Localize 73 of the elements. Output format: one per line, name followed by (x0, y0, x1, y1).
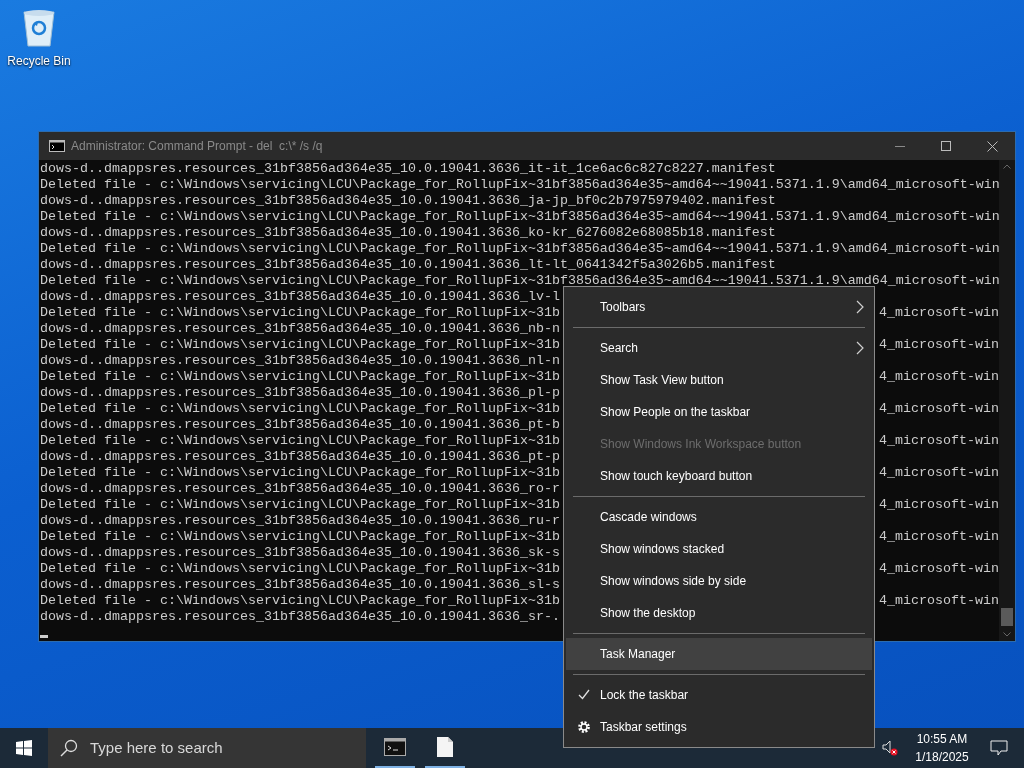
text-cursor (40, 635, 48, 638)
console-line: 4_microsoft-win (879, 465, 999, 481)
console-line: Deleted file - c:\Windows\servicing\LCU\Package_for_RollupFix~31b (40, 529, 560, 545)
console-line: dows-d..dmappsres.resources_31bf3856ad364e35_10.0.19041.3636_ja-jp_bf0c2b7975979402.manifest (40, 193, 776, 209)
notification-icon[interactable] (990, 740, 1008, 756)
console-line: Deleted file - c:\Windows\servicing\LCU\Package_for_RollupFix~31b (40, 305, 560, 321)
menu-item[interactable]: Show touch keyboard button (566, 460, 872, 492)
console-line: 4_microsoft-win (879, 497, 999, 513)
console-line: 4_microsoft-win (879, 305, 999, 321)
search-field[interactable]: Type here to search (48, 728, 366, 768)
clock[interactable]: 10:55 AM 1/18/2025 (910, 730, 974, 766)
menu-item[interactable]: Show windows side by side (566, 565, 872, 597)
console-icon (384, 738, 406, 756)
console-line: dows-d..dmappsres.resources_31bf3856ad364e35_10.0.19041.3636_ru-r (40, 513, 560, 529)
console-line: Deleted file - c:\Windows\servicing\LCU\Package_for_RollupFix~31b (40, 433, 560, 449)
console-line: Deleted file - c:\Windows\servicing\LCU\Package_for_RollupFix~31b (40, 593, 560, 609)
menu-item[interactable]: Show windows stacked (566, 533, 872, 565)
console-line: Deleted file - c:\Windows\servicing\LCU\Package_for_RollupFix~31b (40, 497, 560, 513)
console-line: Deleted file - c:\Windows\servicing\LCU\Package_for_RollupFix~31b (40, 337, 560, 353)
scrollbar[interactable] (999, 160, 1015, 641)
console-line: dows-d..dmappsres.resources_31bf3856ad364e35_10.0.19041.3636_sk-s (40, 545, 560, 561)
menu-item[interactable]: Task Manager (566, 638, 872, 670)
console-line: Deleted file - c:\Windows\servicing\LCU\Package_for_RollupFix~31b (40, 369, 560, 385)
close-icon (986, 140, 998, 152)
console-line: 4_microsoft-win (879, 529, 999, 545)
console-line: dows-d..dmappsres.resources_31bf3856ad364e35_10.0.19041.3636_ro-r (40, 481, 560, 497)
console-line: dows-d..dmappsres.resources_31bf3856ad364e35_10.0.19041.3636_nl-n (40, 353, 560, 369)
menu-item[interactable]: Taskbar settings (566, 711, 872, 743)
menu-item[interactable]: Lock the taskbar (566, 679, 872, 711)
console-line: 4_microsoft-win (879, 369, 999, 385)
windows-logo-icon (16, 740, 32, 756)
search-icon (60, 739, 78, 757)
console-line: Deleted file - c:\Windows\servicing\LCU\Package_for_RollupFix~31bf3856ad364e35~amd64~~19041.5371.1.9\amd64_microsoft-win (40, 241, 1000, 257)
console-line: 4_microsoft-win (879, 401, 999, 417)
chevron-right-icon (856, 341, 864, 355)
scrollbar-thumb[interactable] (1001, 608, 1013, 626)
console-line: dows-d..dmappsres.resources_31bf3856ad364e35_10.0.19041.3636_lv-l (40, 289, 560, 305)
console-line: Deleted file - c:\Windows\servicing\LCU\Package_for_RollupFix~31b (40, 561, 560, 577)
settings-icon (577, 720, 591, 734)
scroll-up-icon[interactable] (1003, 164, 1011, 169)
console-line: Deleted file - c:\Windows\servicing\LCU\Package_for_RollupFix~31b (40, 401, 560, 417)
menu-item[interactable]: Search (566, 332, 872, 364)
console-line: 4_microsoft-win (879, 433, 999, 449)
recycle-bin-icon (22, 8, 56, 48)
console-line: dows-d..dmappsres.resources_31bf3856ad364e35_10.0.19041.3636_pt-b (40, 417, 560, 433)
menu-item[interactable]: Show Task View button (566, 364, 872, 396)
menu-item[interactable]: Toolbars (566, 291, 872, 323)
console-line: dows-d..dmappsres.resources_31bf3856ad364e35_10.0.19041.3636_sr-. (40, 609, 560, 625)
console-line: Deleted file - c:\Windows\servicing\LCU\Package_for_RollupFix~31bf3856ad364e35~amd64~~19041.5371.1.9\amd64_microsoft-win (40, 209, 1000, 225)
desktop-icon-label[interactable]: Recycle Bin (7, 52, 71, 70)
chevron-right-icon (856, 300, 864, 314)
console-line: dows-d..dmappsres.resources_31bf3856ad364e35_10.0.19041.3636_pt-p (40, 449, 560, 465)
console-line: dows-d..dmappsres.resources_31bf3856ad364e35_10.0.19041.3636_sl-s (40, 577, 560, 593)
document-icon (437, 737, 453, 757)
console-line: 4_microsoft-win (879, 337, 999, 353)
checkmark-icon (578, 689, 590, 700)
console-line: 4_microsoft-win (879, 593, 999, 609)
window-title: Administrator: Command Prompt - del c:\* /s /q (71, 138, 323, 155)
console-line: dows-d..dmappsres.resources_31bf3856ad364e35_10.0.19041.3636_it-it_1ce6ac6c827c8227.manifest (40, 161, 776, 177)
menu-item[interactable]: Show the desktop (566, 597, 872, 629)
console-line: dows-d..dmappsres.resources_31bf3856ad364e35_10.0.19041.3636_ko-kr_6276082e68085b18.manifest (40, 225, 776, 241)
console-line: dows-d..dmappsres.resources_31bf3856ad364e35_10.0.19041.3636_pl-p (40, 385, 560, 401)
console-line: dows-d..dmappsres.resources_31bf3856ad364e35_10.0.19041.3636_nb-n (40, 321, 560, 337)
console-line: Deleted file - c:\Windows\servicing\LCU\Package_for_RollupFix~31b (40, 465, 560, 481)
speaker-muted-icon[interactable] (882, 740, 898, 756)
console-icon (49, 140, 65, 152)
menu-item[interactable]: Show People on the taskbar (566, 396, 872, 428)
console-line: 4_microsoft-win (879, 561, 999, 577)
console-line: Deleted file - c:\Windows\servicing\LCU\Package_for_RollupFix~31bf3856ad364e35~amd64~~19041.5371.1.9\amd64_microsoft-win (40, 273, 1000, 289)
menu-item[interactable]: Cascade windows (566, 501, 872, 533)
console-line: Deleted file - c:\Windows\servicing\LCU\Package_for_RollupFix~31bf3856ad364e35~amd64~~19041.5371.1.9\amd64_microsoft-win (40, 177, 1000, 193)
scroll-down-icon[interactable] (1003, 632, 1011, 637)
console-line: dows-d..dmappsres.resources_31bf3856ad364e35_10.0.19041.3636_lt-lt_0641342f5a3026b5.manifest (40, 257, 776, 273)
